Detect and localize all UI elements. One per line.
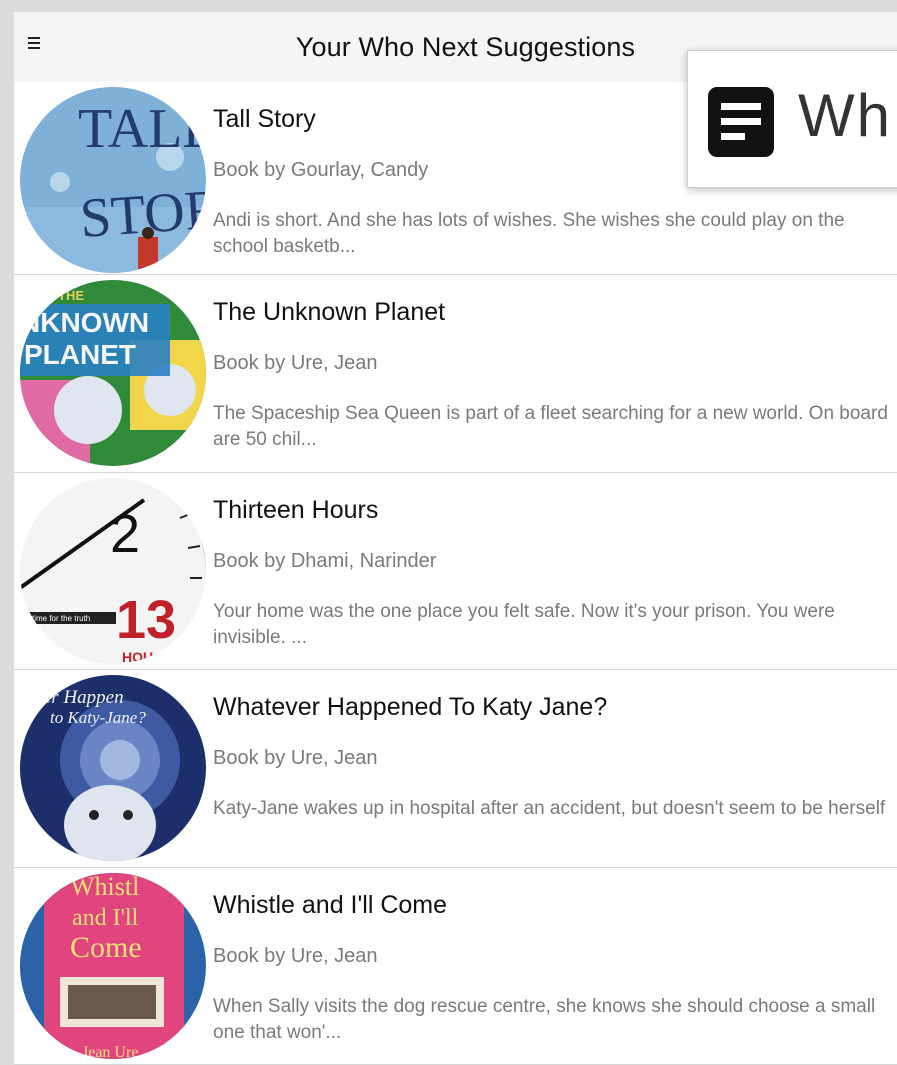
cover-text-hours: HOU: [122, 649, 153, 664]
cover-text-tall: TALL: [78, 98, 206, 160]
cover-text-two: 2: [110, 504, 140, 564]
book-description: The Spaceship Sea Queen is part of a fle…: [213, 403, 888, 450]
cover-text-come: Come: [70, 931, 142, 964]
cover-text-author: Jean Ure: [82, 1044, 138, 1059]
list-item[interactable]: Whistl and I'll Come Jean Ure Whistle an…: [14, 867, 897, 1065]
book-cover-image: Whistl and I'll Come Jean Ure: [20, 872, 206, 1059]
book-title: Whistle and I'll Come: [213, 890, 448, 919]
book-cover-image: ever Happen to Katy-Jane?: [20, 675, 206, 861]
list-item[interactable]: THE NKNOWN PLANET The Unknown Planet Boo…: [14, 275, 897, 473]
book-description: Katy-Jane wakes up in hospital after an …: [213, 798, 886, 819]
list-item[interactable]: 2 13 is time for the truth HOU Thirteen …: [14, 472, 897, 670]
book-description: Your home was the one place you felt saf…: [213, 600, 835, 648]
cover-text-whistle: Whistl: [70, 873, 139, 901]
document-lines-icon: [708, 87, 774, 157]
book-author: Book by Dhami, Narinder: [213, 549, 437, 572]
zoom-callout-text: Wh: [798, 82, 892, 149]
page-title: Your Who Next Suggestions: [295, 31, 636, 62]
cover-text-the: THE: [58, 288, 84, 303]
suggestions-list: TALL STORY Tall Story Book by Gourlay, C…: [14, 82, 897, 1065]
cover-text-tagline: is time for the truth: [24, 614, 90, 623]
book-title: Whatever Happened To Katy Jane?: [213, 693, 608, 721]
book-description: Andi is short. And she has lots of wishe…: [213, 210, 845, 257]
cover-text-line1: ever Happen: [26, 687, 124, 708]
zoom-callout: Wh: [687, 50, 897, 188]
book-author: Book by Ure, Jean: [213, 352, 378, 374]
book-title: The Unknown Planet: [213, 298, 446, 326]
list-item[interactable]: ever Happen to Katy-Jane? Whatever Happe…: [14, 670, 897, 868]
cover-text-line2: to Katy-Jane?: [50, 708, 146, 727]
book-description: When Sally visits the dog rescue centre,…: [213, 995, 876, 1043]
book-title: Thirteen Hours: [213, 495, 379, 524]
cover-text-planet: PLANET: [24, 339, 136, 370]
book-cover-image: TALL STORY: [20, 87, 206, 273]
book-cover-image: THE NKNOWN PLANET: [20, 280, 206, 466]
book-author: Book by Ure, Jean: [213, 944, 378, 967]
book-author: Book by Ure, Jean: [213, 747, 378, 769]
app-frame: Your Who Next Suggestions TALL STORY Tal…: [0, 0, 897, 1065]
cover-text-and-ill: and I'll: [72, 905, 139, 931]
book-cover-image: 2 13 is time for the truth HOU: [20, 477, 206, 664]
hamburger-menu-icon[interactable]: [28, 34, 46, 52]
cover-text-unknown: NKNOWN: [20, 307, 149, 338]
cover-text-thirteen: 13: [116, 590, 176, 650]
